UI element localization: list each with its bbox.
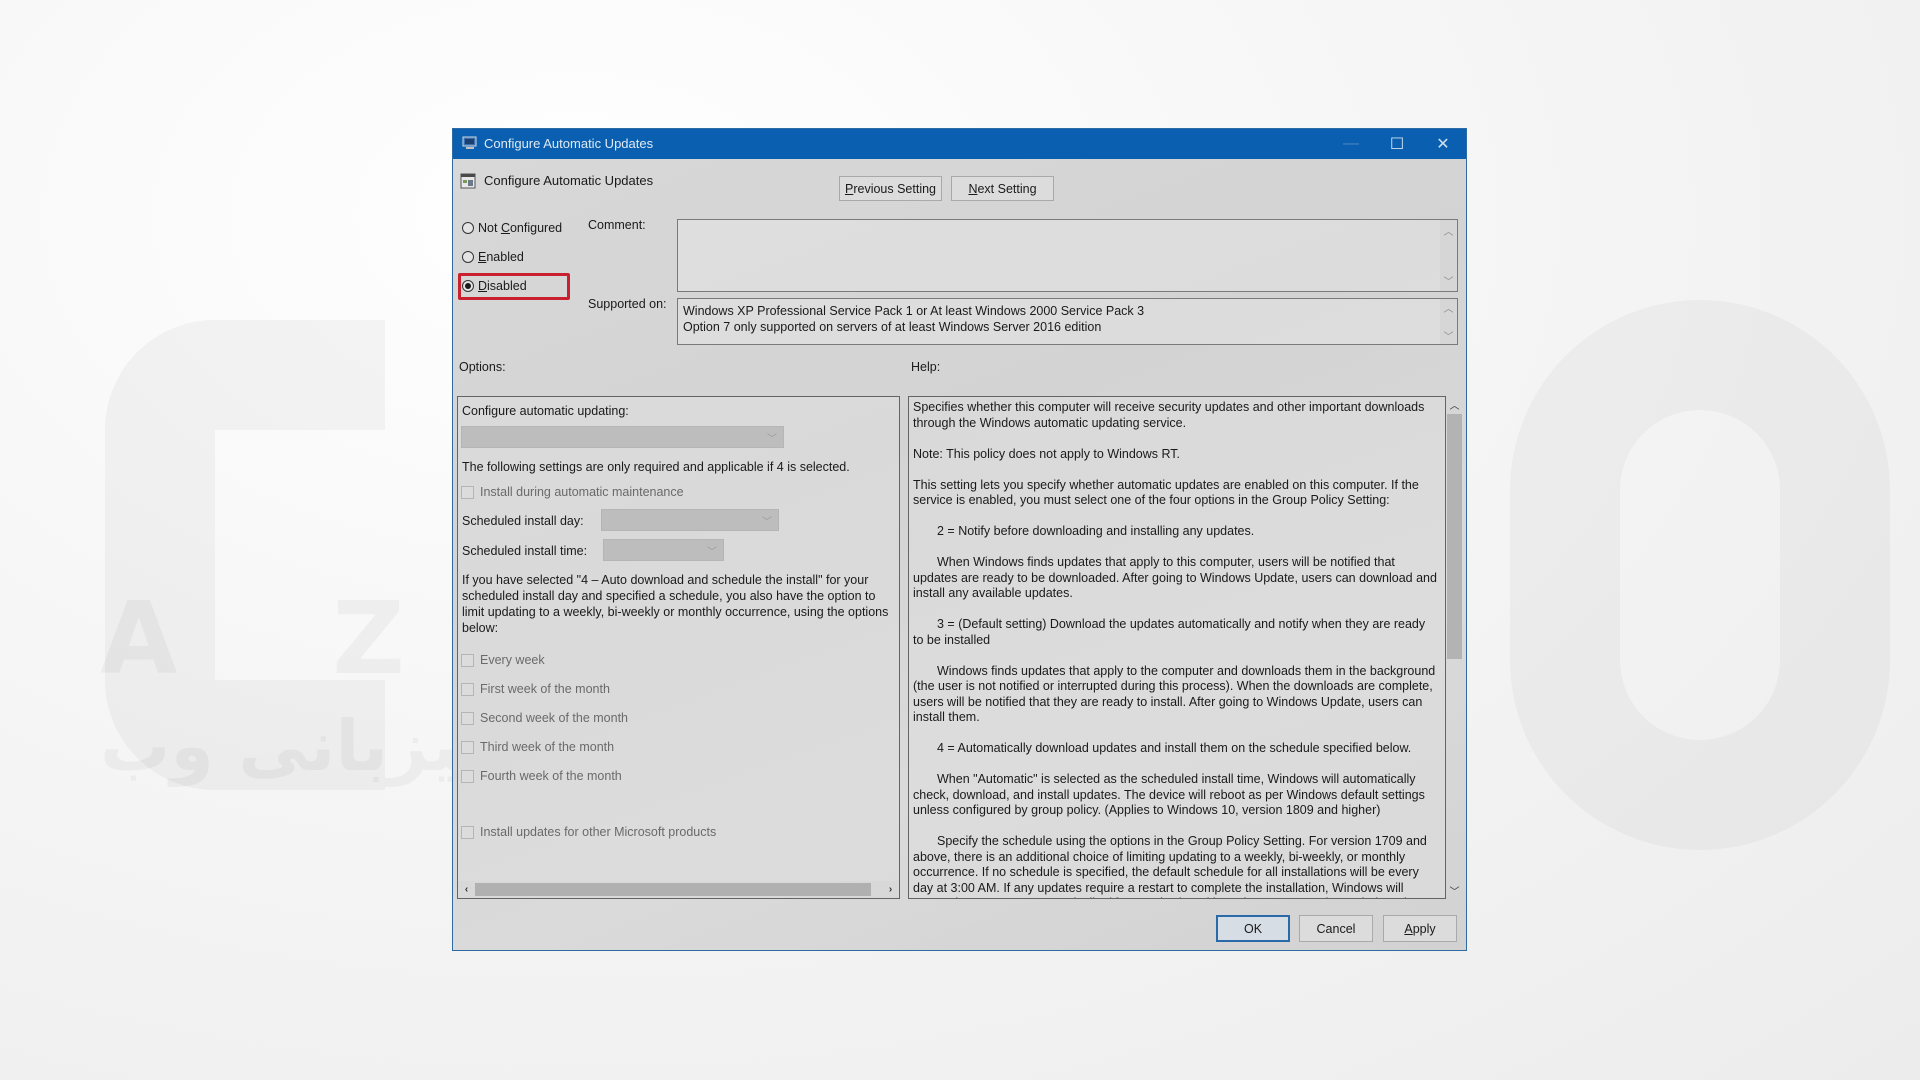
- install-day-dropdown[interactable]: ﹀: [601, 509, 779, 531]
- chevron-down-icon: ﹀: [762, 517, 772, 528]
- scroll-down-icon[interactable]: ﹀: [1440, 272, 1457, 289]
- next-setting-button[interactable]: Next Setting: [951, 176, 1054, 201]
- help-paragraph: When "Automatic" is selected as the sche…: [913, 772, 1425, 817]
- help-label: Help:: [911, 360, 941, 374]
- annotation-highlight-box: [458, 273, 570, 300]
- options-panel: Configure automatic updating: ﹀ The foll…: [457, 396, 900, 899]
- help-paragraph: 4 = Automatically download updates and i…: [937, 741, 1412, 755]
- radio-enabled[interactable]: Enabled: [462, 250, 524, 264]
- supported-on-label: Supported on:: [588, 297, 667, 311]
- policy-heading: Configure Automatic Updates: [484, 173, 654, 188]
- help-paragraph: When Windows finds updates that apply to…: [913, 555, 1437, 600]
- configure-updating-dropdown[interactable]: ﹀: [461, 426, 784, 448]
- supported-on-scrollbar[interactable]: ︿ ﹀: [1440, 299, 1457, 344]
- supported-on-line: Windows XP Professional Service Pack 1 o…: [683, 304, 1145, 318]
- minimize-button[interactable]: —: [1328, 129, 1374, 159]
- checkbox[interactable]: [461, 740, 474, 754]
- help-paragraph: Specifies whether this computer will rec…: [913, 400, 1425, 430]
- group-policy-app-icon: [462, 136, 477, 149]
- week-option-fourth-week[interactable]: Fourth week of the month: [461, 769, 622, 783]
- checkbox[interactable]: [461, 485, 474, 499]
- scroll-up-icon[interactable]: ︿: [1440, 299, 1457, 316]
- checkbox[interactable]: [461, 682, 474, 696]
- schedule-description: If you have selected "4 – Auto download …: [462, 573, 889, 635]
- comment-textarea[interactable]: ︿ ﹀: [677, 219, 1458, 292]
- previous-setting-button[interactable]: Previous Setting: [839, 176, 942, 201]
- scroll-right-icon[interactable]: ›: [882, 881, 899, 898]
- help-vertical-scrollbar[interactable]: ︿ ﹀: [1446, 396, 1463, 899]
- scroll-up-icon[interactable]: ︿: [1446, 396, 1463, 413]
- help-paragraph: Note: This policy does not apply to Wind…: [913, 446, 1181, 461]
- radio-not-configured[interactable]: Not Configured: [462, 221, 562, 235]
- window-title: Configure Automatic Updates: [484, 136, 654, 151]
- scroll-up-icon[interactable]: ︿: [1440, 222, 1457, 239]
- help-paragraph: Windows finds updates that apply to the …: [913, 663, 1436, 725]
- scroll-down-icon[interactable]: ﹀: [1446, 882, 1463, 899]
- radio-label: Not Configured: [478, 221, 563, 235]
- configure-updating-label: Configure automatic updating:: [462, 404, 629, 418]
- supported-on-box: Windows XP Professional Service Pack 1 o…: [677, 298, 1458, 345]
- scroll-down-icon[interactable]: ﹀: [1440, 327, 1457, 344]
- chevron-down-icon: ﹀: [767, 434, 777, 445]
- policy-setting-icon: [460, 173, 476, 189]
- week-option-first-week[interactable]: First week of the month: [461, 682, 610, 696]
- options-label: Options:: [459, 360, 506, 374]
- help-paragraph: 2 = Notify before downloading and instal…: [937, 524, 1255, 538]
- watermark-arabic: میزبانی وب: [100, 705, 503, 787]
- radio-button[interactable]: [462, 251, 474, 263]
- week-option-third-week[interactable]: Third week of the month: [461, 740, 614, 754]
- other-products-checkbox-row[interactable]: Install updates for other Microsoft prod…: [461, 825, 716, 839]
- radio-button[interactable]: [462, 222, 474, 234]
- help-paragraph: Specify the schedule using the options i…: [913, 834, 1427, 898]
- options-horizontal-scrollbar[interactable]: ‹ ›: [458, 881, 899, 898]
- comment-label: Comment:: [588, 218, 646, 232]
- week-option-second-week[interactable]: Second week of the month: [461, 711, 628, 725]
- apply-button[interactable]: Apply: [1383, 915, 1457, 942]
- title-bar[interactable]: Configure Automatic Updates — ☐ ✕: [453, 129, 1466, 159]
- supported-on-line: Option 7 only supported on servers of at…: [683, 320, 1102, 334]
- checkbox[interactable]: [461, 653, 474, 667]
- week-option-every-week[interactable]: Every week: [461, 653, 545, 667]
- policy-dialog: Configure Automatic Updates — ☐ ✕ Config…: [452, 128, 1467, 951]
- watermark-logo-shape-right: [1510, 300, 1890, 850]
- cancel-button[interactable]: Cancel: [1299, 915, 1373, 942]
- help-paragraph: 3 = (Default setting) Download the updat…: [913, 617, 1426, 647]
- ok-button[interactable]: OK: [1216, 915, 1290, 942]
- comment-scrollbar[interactable]: ︿ ﹀: [1440, 220, 1457, 291]
- help-text: Specifies whether this computer will rec…: [913, 400, 1439, 898]
- checkbox[interactable]: [461, 825, 474, 839]
- close-button[interactable]: ✕: [1420, 129, 1466, 159]
- applicability-note: The following settings are only required…: [462, 460, 850, 474]
- help-panel: Specifies whether this computer will rec…: [908, 396, 1446, 899]
- install-time-dropdown[interactable]: ﹀: [603, 539, 724, 561]
- maximize-button[interactable]: ☐: [1374, 129, 1420, 159]
- help-paragraph: This setting lets you specify whether au…: [913, 477, 1419, 508]
- chevron-down-icon: ﹀: [707, 547, 717, 558]
- install-day-label: Scheduled install day:: [462, 514, 584, 528]
- scrollbar-thumb[interactable]: [475, 883, 871, 896]
- install-maintenance-checkbox-row[interactable]: Install during automatic maintenance: [461, 485, 684, 499]
- scrollbar-thumb[interactable]: [1447, 414, 1462, 659]
- scroll-left-icon[interactable]: ‹: [458, 881, 475, 898]
- checkbox[interactable]: [461, 769, 474, 783]
- watermark-logo-shape: [105, 320, 385, 790]
- radio-label: Enabled: [478, 250, 524, 264]
- checkbox[interactable]: [461, 711, 474, 725]
- install-time-label: Scheduled install time:: [462, 544, 588, 558]
